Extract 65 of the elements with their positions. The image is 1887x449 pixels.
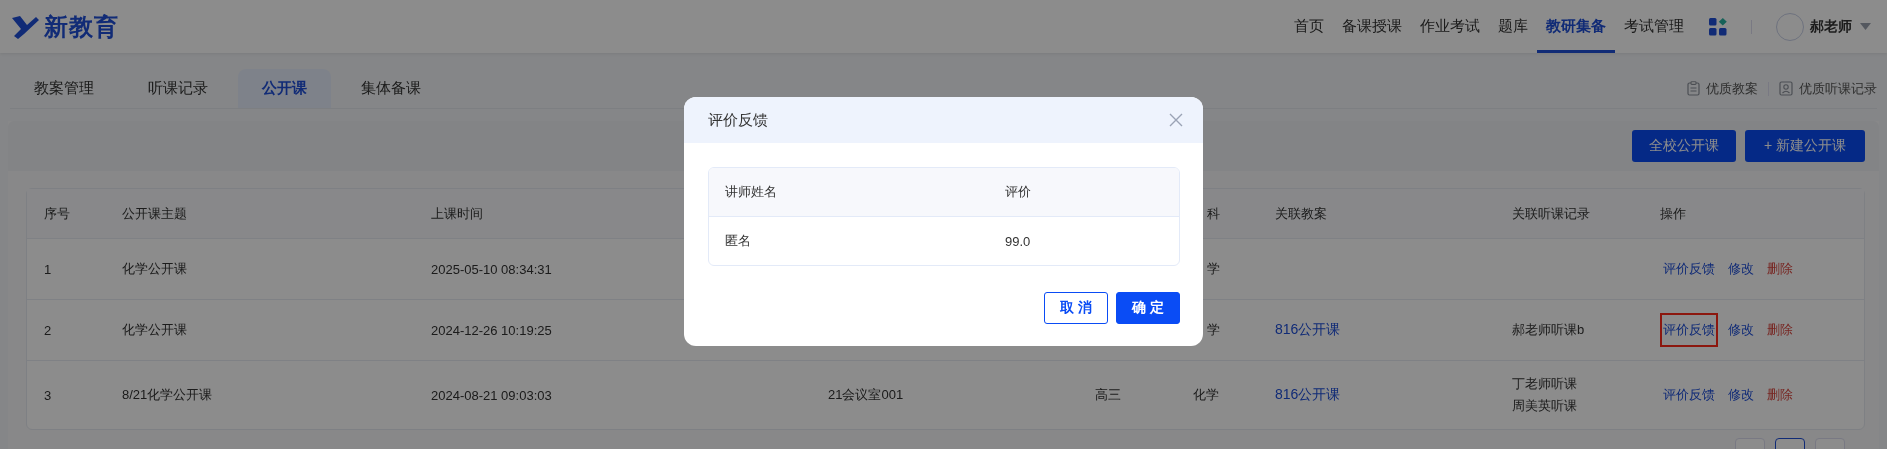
table-cell: 化学 <box>1193 387 1219 402</box>
toolbar-button[interactable]: + 新建公开课 <box>1745 130 1865 162</box>
column-header: 关联教案 <box>1275 205 1327 221</box>
delete-link[interactable]: 删除 <box>1764 382 1796 408</box>
table-cell: 高三 <box>1095 387 1121 402</box>
nav-item[interactable]: 教研集备 <box>1537 0 1615 53</box>
lesson-plan-link[interactable]: 816公开课 <box>1275 386 1341 402</box>
logo-icon <box>10 13 40 40</box>
nav-item[interactable]: 作业考试 <box>1411 0 1489 53</box>
edit-link[interactable]: 修改 <box>1725 382 1757 408</box>
nav-item[interactable]: 备课授课 <box>1333 0 1411 53</box>
table-cell: 21会议室001 <box>828 387 904 402</box>
table-cell: 化学公开课 <box>122 322 187 337</box>
quick-link[interactable]: 优质教案 <box>1687 79 1758 98</box>
avatar[interactable] <box>1776 12 1804 41</box>
feedback-link[interactable]: 评价反馈 <box>1660 382 1718 408</box>
table-cell-text: 学 <box>1206 261 1220 276</box>
column-header: 公开课主题 <box>122 205 187 221</box>
table-cell: 99.0 <box>1005 233 1031 249</box>
table-cell: 匿名 <box>725 233 751 248</box>
edit-link[interactable]: 修改 <box>1725 317 1757 343</box>
column-header: 序号 <box>44 205 70 221</box>
caret-icon[interactable] <box>1860 23 1871 30</box>
table-cell: 2 <box>44 322 52 338</box>
lesson-plan-link[interactable]: 816公开课 <box>1275 321 1341 337</box>
feedback-link[interactable]: 评价反馈 <box>1660 256 1718 282</box>
delete-link[interactable]: 删除 <box>1764 317 1796 343</box>
table-cell: 2025-05-10 08:34:31 <box>431 261 552 277</box>
nav-item[interactable]: 首页 <box>1285 0 1333 53</box>
column-header: 上课时间 <box>431 205 483 221</box>
clipboard-icon <box>1687 81 1700 96</box>
edit-link[interactable]: 修改 <box>1725 256 1757 282</box>
apps-icon[interactable] <box>1709 17 1727 36</box>
tab[interactable]: 教案管理 <box>10 69 118 108</box>
confirm-button[interactable]: 确 定 <box>1116 292 1180 324</box>
nav-item[interactable]: 题库 <box>1489 0 1537 53</box>
user-name[interactable]: 郝老师 <box>1810 17 1852 36</box>
delete-link[interactable]: 删除 <box>1764 256 1796 282</box>
table-cell: 3 <box>44 387 52 403</box>
column-header: 讲师姓名 <box>725 184 777 199</box>
column-header: 操作 <box>1660 205 1686 221</box>
tab[interactable]: 集体备课 <box>337 69 445 108</box>
table-cell-text: 学 <box>1206 322 1220 337</box>
tab[interactable]: 听课记录 <box>124 69 232 108</box>
record-link[interactable]: 郝老师听课b <box>1512 321 1660 339</box>
record-link[interactable]: 周美英听课 <box>1512 397 1660 415</box>
column-header: 评价 <box>1005 184 1031 199</box>
logo-text: 新教育 <box>44 11 119 42</box>
tab[interactable]: 公开课 <box>238 69 331 108</box>
table-cell: 8/21化学公开课 <box>122 387 213 402</box>
nav-item[interactable]: 考试管理 <box>1615 0 1693 53</box>
feedback-link[interactable]: 评价反馈 <box>1660 313 1718 347</box>
table-cell: 化学公开课 <box>122 261 187 276</box>
table-cell: 1 <box>44 261 52 277</box>
close-icon[interactable] <box>1169 113 1183 127</box>
column-header: 科 <box>1207 205 1220 221</box>
toolbar-button[interactable]: 全校公开课 <box>1632 130 1736 162</box>
quick-link[interactable]: 优质听课记录 <box>1779 79 1877 98</box>
cancel-button[interactable]: 取 消 <box>1044 292 1108 324</box>
table-cell: 2024-12-26 10:19:25 <box>431 322 552 338</box>
person-card-icon <box>1779 81 1793 96</box>
table-cell: 2024-08-21 09:03:03 <box>431 387 552 403</box>
column-header: 关联听课记录 <box>1512 205 1590 221</box>
dialog-title: 评价反馈 <box>708 110 768 130</box>
record-link[interactable]: 丁老师听课 <box>1512 375 1660 393</box>
